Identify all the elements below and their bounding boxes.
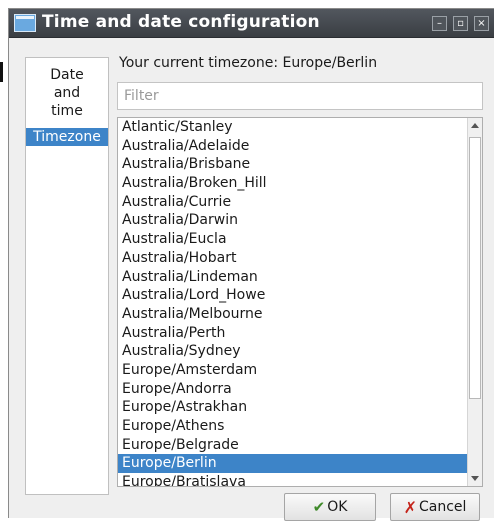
cancel-button[interactable]: ✗ Cancel [390, 493, 480, 521]
cancel-label: Cancel [418, 499, 467, 515]
list-item[interactable]: Australia/Darwin [118, 211, 468, 230]
sidebar-item-date-and-time[interactable]: Date and time [37, 58, 97, 120]
list-item[interactable]: Europe/Athens [118, 417, 468, 436]
cancel-x-icon: ✗ [403, 497, 417, 517]
list-item[interactable]: Australia/Brisbane [118, 155, 468, 174]
list-item[interactable]: Australia/Currie [118, 193, 468, 212]
maximize-button[interactable]: ▫ [453, 16, 468, 31]
list-item[interactable]: Australia/Broken_Hill [118, 174, 468, 193]
ok-label: OK [327, 499, 348, 515]
list-item[interactable]: Australia/Melbourne [118, 305, 468, 324]
list-item[interactable]: Europe/Belgrade [118, 436, 468, 455]
window-title: Time and date configuration [42, 12, 320, 32]
ok-check-icon: ✔ [312, 498, 326, 516]
list-item[interactable]: Australia/Lindeman [118, 268, 468, 287]
titlebar[interactable]: Time and date configuration – ▫ × [9, 9, 494, 38]
list-item[interactable]: Europe/Bratislava [118, 473, 468, 486]
ok-button[interactable]: ✔ OK [284, 493, 376, 521]
background-edge-mark [0, 62, 3, 82]
close-button[interactable]: × [474, 16, 489, 31]
sidebar-item-timezone[interactable]: Timezone [26, 128, 108, 146]
list-item[interactable]: Australia/Perth [118, 324, 468, 343]
sidebar: Date and time Timezone [25, 57, 109, 495]
scroll-down-icon[interactable] [471, 476, 479, 481]
timezone-list[interactable]: Atlantic/Stanley Australia/Adelaide Austra… [117, 117, 483, 487]
list-item[interactable]: Australia/Adelaide [118, 137, 468, 156]
list-item[interactable]: Australia/Lord_Howe [118, 286, 468, 305]
list-item[interactable]: Atlantic/Stanley [118, 118, 468, 137]
minimize-button[interactable]: – [432, 16, 447, 31]
current-timezone-label: Your current timezone: Europe/Berlin [119, 55, 378, 71]
scroll-up-icon[interactable] [471, 123, 479, 128]
list-item[interactable]: Europe/Amsterdam [118, 361, 468, 380]
list-item[interactable]: Australia/Hobart [118, 249, 468, 268]
window-icon [14, 14, 36, 32]
filter-input[interactable] [117, 82, 483, 110]
config-window: Time and date configuration – ▫ × Date a… [8, 8, 494, 521]
list-item[interactable]: Australia/Eucla [118, 230, 468, 249]
list-item[interactable]: Australia/Sydney [118, 342, 468, 361]
list-scrollbar[interactable] [467, 118, 482, 486]
list-item[interactable]: Europe/Andorra [118, 380, 468, 399]
scroll-thumb[interactable] [469, 137, 481, 399]
list-item[interactable]: Europe/Berlin [118, 454, 468, 474]
list-item[interactable]: Europe/Astrakhan [118, 398, 468, 417]
timezone-list-items: Atlantic/Stanley Australia/Adelaide Austra… [118, 118, 468, 486]
